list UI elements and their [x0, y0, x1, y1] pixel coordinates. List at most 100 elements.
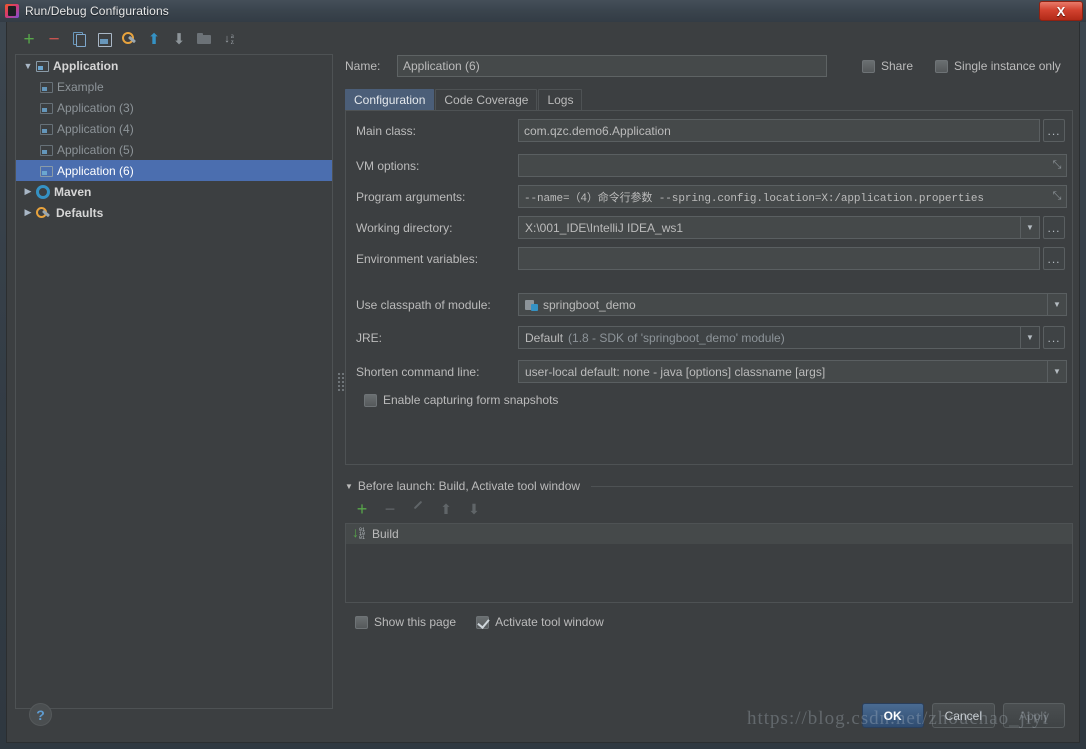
section-divider: [591, 485, 1073, 487]
intellij-idea-icon: [5, 4, 19, 18]
jre-combo[interactable]: Default (1.8 - SDK of 'springboot_demo' …: [518, 326, 1040, 349]
remove-task-button: −: [384, 498, 396, 519]
program-arguments-label: Program arguments:: [356, 189, 466, 204]
before-launch-header[interactable]: ▼ Before launch: Build, Activate tool wi…: [345, 479, 1073, 493]
shorten-command-line-combo[interactable]: user-local default: none - java [options…: [518, 360, 1067, 383]
working-directory-browse-button[interactable]: ...: [1043, 216, 1065, 239]
move-task-up-button: ⬆: [440, 500, 452, 517]
tree-item-application-5[interactable]: Application (5): [16, 139, 332, 160]
environment-variables-label: Environment variables:: [356, 251, 479, 266]
chevron-down-icon[interactable]: ▼: [1020, 217, 1039, 238]
name-input[interactable]: [397, 55, 827, 77]
tab-logs[interactable]: Logs: [538, 89, 583, 110]
environment-variables-browse-button[interactable]: ...: [1043, 247, 1065, 270]
tree-item-application[interactable]: ▼ Application: [16, 55, 332, 76]
task-row[interactable]: 011001 Build: [346, 524, 1072, 544]
activate-tool-window-box: [476, 615, 490, 629]
before-launch-task-list[interactable]: 011001 Build: [345, 523, 1073, 603]
tree-item-example[interactable]: Example: [16, 76, 332, 97]
enable-capturing-form-snapshots-label: Enable capturing form snapshots: [383, 393, 559, 407]
wrench-icon: [36, 206, 52, 220]
working-directory-combo[interactable]: X:\001_IDE\IntelliJ IDEA_ws1 ▼: [518, 216, 1040, 239]
use-classpath-of-module-combo[interactable]: springboot_demo ▼: [518, 293, 1067, 316]
tree-item-application-3[interactable]: Application (3): [16, 97, 332, 118]
enable-capturing-form-snapshots-box: [364, 393, 377, 407]
run-config-icon: [36, 60, 49, 72]
chevron-down-icon[interactable]: ▼: [20, 61, 36, 71]
module-icon: [525, 299, 538, 311]
jre-browse-button[interactable]: ...: [1043, 326, 1065, 349]
chevron-down-icon[interactable]: ▼: [1020, 327, 1039, 348]
single-instance-only-checkbox-box: [935, 59, 949, 73]
jre-value: Default: [525, 330, 564, 345]
vm-options-label: VM options:: [356, 158, 420, 173]
configurations-toolbar: + − ⬆ ⬇ ↓ a z: [15, 26, 333, 52]
program-arguments-input[interactable]: --name=（4）命令行参数 --spring.config.location…: [518, 185, 1067, 208]
tree-item-defaults[interactable]: ▶ Defaults: [16, 202, 332, 223]
move-up-button[interactable]: ⬆: [146, 31, 162, 47]
program-arguments-row: Program arguments: --name=（4）命令行参数 --spr…: [356, 185, 1067, 208]
activate-tool-window-checkbox[interactable]: Activate tool window: [476, 615, 604, 629]
environment-variables-input[interactable]: [518, 247, 1040, 270]
tree-item-label: Defaults: [56, 205, 104, 220]
enable-capturing-form-snapshots-checkbox[interactable]: Enable capturing form snapshots: [364, 393, 558, 407]
use-classpath-of-module-row: Use classpath of module: springboot_demo…: [356, 293, 1067, 316]
single-instance-only-checkbox[interactable]: Single instance only: [935, 59, 1061, 73]
apply-button[interactable]: Apply: [1003, 703, 1065, 728]
working-directory-value: X:\001_IDE\IntelliJ IDEA_ws1: [525, 220, 684, 235]
tree-item-label: Application (4): [57, 121, 134, 136]
tab-configuration[interactable]: Configuration: [345, 89, 435, 110]
cancel-button[interactable]: Cancel: [931, 703, 995, 728]
vm-options-expand-icon[interactable]: ⤡: [1049, 154, 1065, 177]
chevron-right-icon[interactable]: ▶: [20, 207, 36, 218]
move-task-down-button: ⬇: [468, 500, 480, 517]
working-directory-label: Working directory:: [356, 220, 453, 235]
dialog-buttons: OK Cancel Apply: [861, 703, 1065, 728]
dialog-client-area: + − ⬆ ⬇ ↓ a z ▼ Application Example Application (…: [6, 22, 1080, 743]
vm-options-input[interactable]: [518, 154, 1067, 177]
before-launch-toolbar: + − ⬆ ⬇: [345, 497, 1073, 521]
create-folder-button[interactable]: [196, 31, 212, 47]
title-bar: Run/Debug Configurations X: [0, 0, 1086, 22]
shorten-command-line-value: user-local default: none - java [options…: [525, 364, 826, 379]
jre-combo-content: Default (1.8 - SDK of 'springboot_demo' …: [519, 331, 785, 345]
show-this-page-box: [355, 615, 368, 629]
move-down-button[interactable]: ⬇: [171, 31, 187, 47]
program-arguments-expand-icon[interactable]: ⤡: [1049, 185, 1065, 208]
configurations-tree[interactable]: ▼ Application Example Application (3) Applic…: [15, 54, 333, 709]
copy-configuration-button[interactable]: [71, 31, 87, 47]
share-checkbox[interactable]: Share: [862, 59, 913, 73]
close-icon[interactable]: X: [1039, 1, 1083, 21]
help-button[interactable]: ?: [29, 703, 52, 726]
tree-item-application-4[interactable]: Application (4): [16, 118, 332, 139]
run-config-icon: [40, 102, 53, 114]
tree-item-label: Example: [57, 79, 104, 94]
chevron-right-icon[interactable]: ▶: [20, 186, 36, 197]
main-class-row: Main class: com.qzc.demo6.Application ..…: [356, 119, 1065, 142]
chevron-down-icon[interactable]: ▼: [1047, 361, 1066, 382]
tree-item-application-6[interactable]: Application (6): [16, 160, 332, 181]
main-class-browse-button[interactable]: ...: [1043, 119, 1065, 142]
jre-label: JRE:: [356, 330, 383, 345]
collapse-twisty-icon[interactable]: ▼: [345, 482, 353, 491]
add-configuration-button[interactable]: +: [21, 30, 37, 49]
ok-button[interactable]: OK: [861, 703, 924, 728]
window-title: Run/Debug Configurations: [25, 4, 169, 18]
name-label: Name:: [345, 59, 381, 73]
remove-configuration-button[interactable]: −: [46, 30, 62, 49]
tree-item-maven[interactable]: ▶ Maven: [16, 181, 332, 202]
edit-defaults-button[interactable]: [121, 31, 137, 47]
tab-code-coverage[interactable]: Code Coverage: [435, 89, 538, 110]
task-label: Build: [372, 527, 399, 541]
run-config-icon: [40, 123, 53, 135]
sort-configurations-button[interactable]: ↓ a z: [221, 31, 237, 47]
save-configuration-button[interactable]: [96, 31, 112, 47]
add-task-button[interactable]: +: [355, 499, 369, 519]
panel-splitter[interactable]: [337, 362, 345, 402]
show-this-page-checkbox[interactable]: Show this page: [355, 615, 456, 629]
before-launch-footer: Show this page Activate tool window: [345, 615, 1073, 629]
chevron-down-icon[interactable]: ▼: [1047, 294, 1066, 315]
share-label: Share: [881, 59, 914, 73]
main-class-input[interactable]: com.qzc.demo6.Application: [518, 119, 1040, 142]
shorten-command-line-row: Shorten command line: user-local default…: [356, 360, 1067, 383]
